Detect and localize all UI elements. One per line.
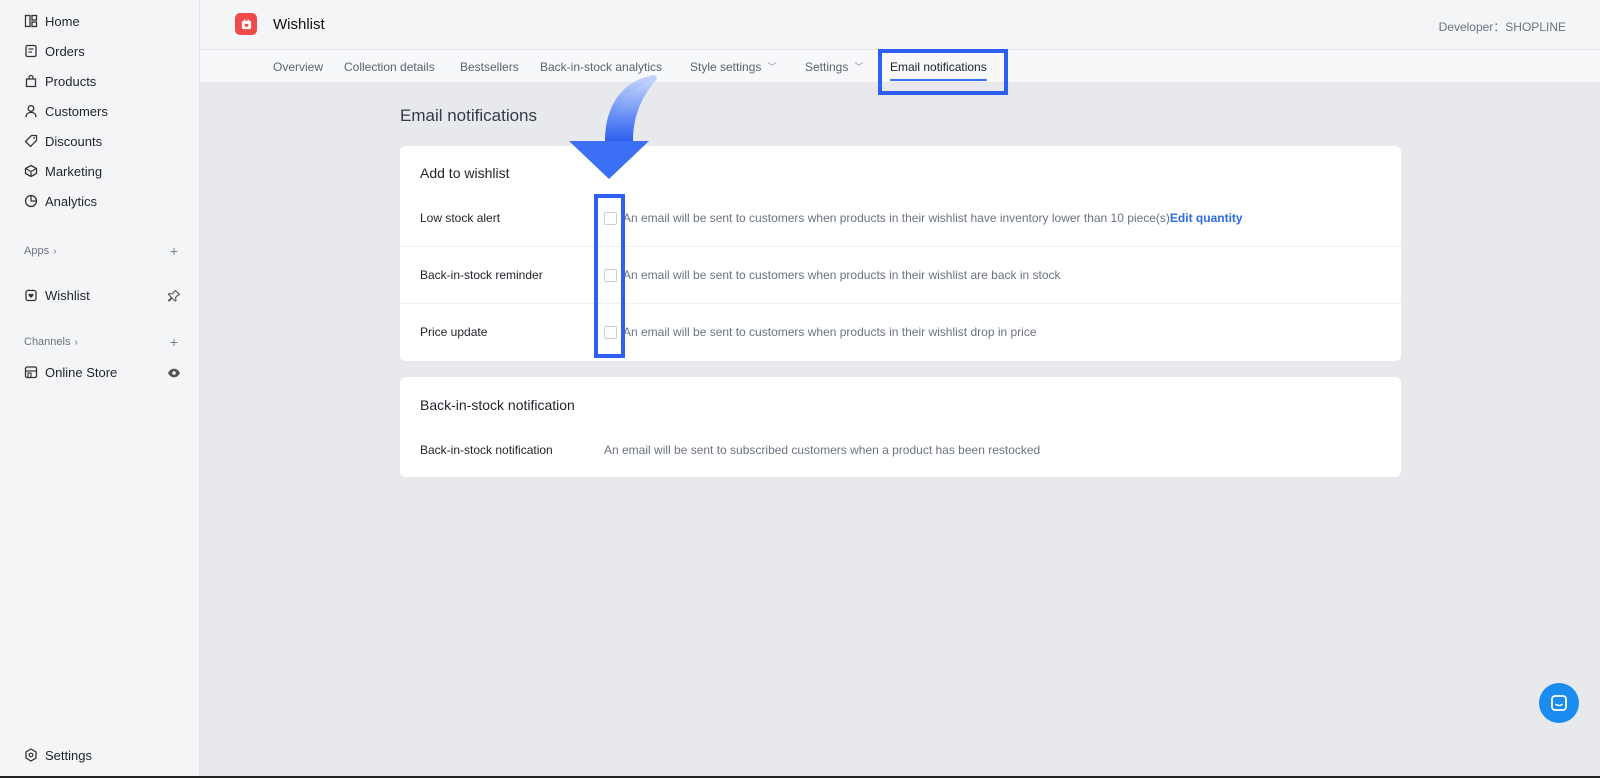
wishlist-logo-icon xyxy=(235,13,257,35)
pin-icon[interactable] xyxy=(167,289,181,303)
sidebar-item-analytics[interactable]: Analytics xyxy=(24,191,97,211)
card-title: Add to wishlist xyxy=(420,165,510,181)
chat-support-button[interactable] xyxy=(1539,683,1579,723)
analytics-icon xyxy=(24,194,38,208)
tutorial-highlight-box xyxy=(878,49,1008,95)
sidebar-item-label: Home xyxy=(45,13,80,29)
chevron-down-icon: ﹀ xyxy=(854,62,864,72)
tab-back-in-stock-analytics[interactable]: Back-in-stock analytics xyxy=(540,60,662,74)
edit-quantity-link[interactable]: Edit quantity xyxy=(1170,211,1243,225)
row-description: An email will be sent to customers when … xyxy=(623,211,1243,225)
sidebar-item-customers[interactable]: Customers xyxy=(24,101,108,121)
add-app-plus-icon[interactable]: + xyxy=(168,244,180,258)
customers-icon xyxy=(24,104,38,118)
eye-icon[interactable] xyxy=(167,366,181,380)
add-to-wishlist-card: Add to wishlist Low stock alert An email… xyxy=(400,146,1401,361)
sidebar: Home Orders Products Customers Discounts… xyxy=(0,0,200,778)
tab-bar: Overview Collection details Bestsellers … xyxy=(200,49,1600,95)
tab-style-settings[interactable]: Style settings ﹀ xyxy=(690,60,776,74)
sidebar-item-label: Wishlist xyxy=(45,287,90,303)
sidebar-item-wishlist[interactable]: Wishlist xyxy=(24,285,90,305)
tutorial-highlight-box xyxy=(594,194,625,358)
settings-row-back-in-stock-reminder: Back-in-stock reminder An email will be … xyxy=(400,246,1401,303)
marketing-icon xyxy=(24,164,38,178)
sidebar-item-home[interactable]: Home xyxy=(24,11,80,31)
orders-icon xyxy=(24,44,38,58)
row-label: Back-in-stock reminder xyxy=(420,268,543,282)
store-icon xyxy=(24,365,38,379)
back-in-stock-card: Back-in-stock notification Back-in-stock… xyxy=(400,377,1401,477)
apps-section-toggle[interactable]: Apps › xyxy=(24,245,56,257)
tab-bestsellers[interactable]: Bestsellers xyxy=(460,60,519,74)
sidebar-item-discounts[interactable]: Discounts xyxy=(24,131,102,151)
sidebar-item-marketing[interactable]: Marketing xyxy=(24,161,102,181)
products-icon xyxy=(24,74,38,88)
developer-label: Developer：SHOPLINE xyxy=(1438,20,1566,34)
channels-section-label: Channels xyxy=(24,336,71,348)
tutorial-arrow-icon xyxy=(569,75,657,179)
chevron-right-icon: › xyxy=(74,336,78,348)
app-header: Wishlist Developer：SHOPLINE xyxy=(200,0,1600,50)
row-description: An email will be sent to customers when … xyxy=(623,268,1061,282)
add-channel-plus-icon[interactable]: + xyxy=(168,335,180,349)
chat-icon xyxy=(1551,695,1567,711)
sidebar-item-label: Orders xyxy=(45,43,85,59)
home-icon xyxy=(24,14,38,28)
tab-settings[interactable]: Settings ﹀ xyxy=(805,60,863,74)
row-description: An email will be sent to customers when … xyxy=(623,325,1037,339)
sidebar-item-label: Settings xyxy=(45,747,92,763)
gear-icon xyxy=(24,748,38,762)
sidebar-item-label: Analytics xyxy=(45,193,98,209)
row-label: Back-in-stock notification xyxy=(420,443,553,457)
channels-section-toggle[interactable]: Channels › xyxy=(24,336,78,348)
settings-row-low-stock: Low stock alert An email will be sent to… xyxy=(400,190,1401,247)
wishlist-app-icon xyxy=(24,288,38,302)
sidebar-item-orders[interactable]: Orders xyxy=(24,41,85,61)
sidebar-item-label: Marketing xyxy=(45,163,103,179)
page-title: Email notifications xyxy=(400,106,538,125)
tab-overview[interactable]: Overview xyxy=(273,60,323,74)
chevron-right-icon: › xyxy=(53,245,57,257)
row-label: Low stock alert xyxy=(420,211,501,225)
sidebar-item-products[interactable]: Products xyxy=(24,71,96,91)
sidebar-item-label: Online Store xyxy=(45,364,118,380)
tab-collection-details[interactable]: Collection details xyxy=(344,60,435,74)
app-title: Wishlist xyxy=(273,16,325,33)
row-description: An email will be sent to subscribed cust… xyxy=(604,443,1041,457)
discount-tag-icon xyxy=(24,134,38,148)
sidebar-item-label: Discounts xyxy=(45,133,103,149)
card-title: Back-in-stock notification xyxy=(420,397,575,413)
sidebar-item-label: Customers xyxy=(45,103,108,119)
chevron-down-icon: ﹀ xyxy=(767,62,777,72)
sidebar-item-online-store[interactable]: Online Store xyxy=(24,362,117,382)
settings-row-price-update: Price update An email will be sent to cu… xyxy=(400,303,1401,360)
sidebar-item-settings[interactable]: Settings xyxy=(24,745,92,765)
apps-section-label: Apps xyxy=(24,245,50,257)
row-label: Price update xyxy=(420,325,488,339)
sidebar-item-label: Products xyxy=(45,73,97,89)
